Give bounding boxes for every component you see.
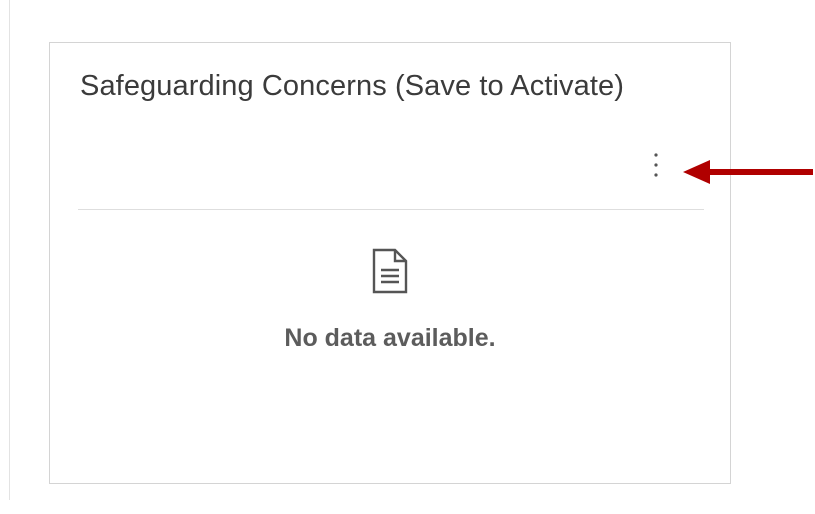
- safeguarding-concerns-card: Safeguarding Concerns (Save to Activate)…: [49, 42, 731, 484]
- page: Safeguarding Concerns (Save to Activate)…: [0, 0, 815, 514]
- annotation-arrow-icon: [683, 160, 813, 184]
- card-title: Safeguarding Concerns (Save to Activate): [80, 70, 625, 102]
- more-options-button[interactable]: [645, 148, 667, 182]
- empty-state: No data available.: [50, 248, 730, 353]
- left-panel-divider: [9, 0, 10, 500]
- vertical-ellipsis-icon: [654, 153, 658, 177]
- card-header-divider: [78, 209, 704, 210]
- document-icon: [372, 248, 408, 294]
- no-data-message: No data available.: [284, 324, 496, 352]
